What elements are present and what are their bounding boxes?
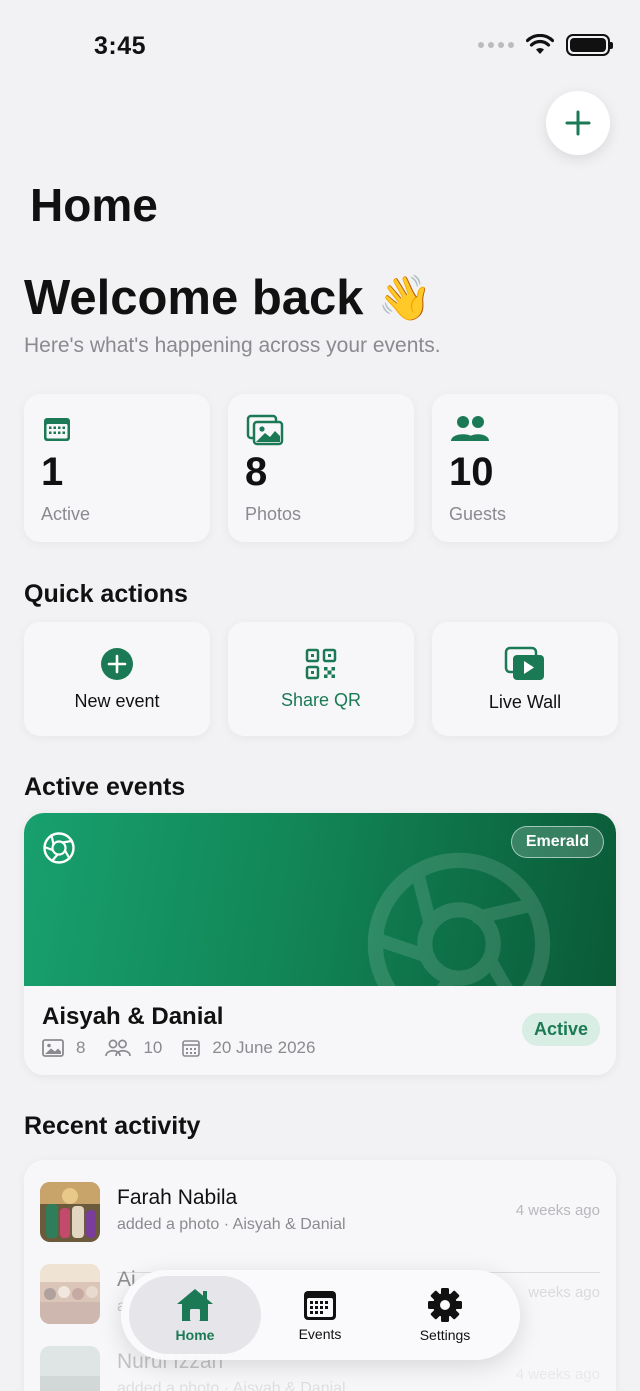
active-events-title: Active events xyxy=(24,773,186,801)
welcome-title: Welcome back xyxy=(24,271,364,325)
aperture-logo-icon xyxy=(43,832,75,864)
tier-badge: Emerald xyxy=(510,826,604,858)
share-qr-button[interactable]: Share QR xyxy=(228,622,414,736)
event-date: 20 June 2026 xyxy=(182,1038,315,1058)
photos-icon xyxy=(246,414,284,446)
tab-bar: Home Events Settings xyxy=(121,1270,520,1360)
activity-time: 4 weeks ago xyxy=(515,1366,600,1383)
guests-count: 10 xyxy=(143,1038,163,1057)
activity-time: 4 weeks ago xyxy=(515,1202,600,1219)
activity-item[interactable]: Farah Nabila added a photo · Aisyah & Da… xyxy=(40,1182,600,1273)
stat-value: 10 xyxy=(449,450,494,494)
cellular-signal-icon xyxy=(478,42,514,48)
wifi-icon xyxy=(526,34,554,54)
welcome-subtitle: Here's what's happening across your even… xyxy=(24,334,441,357)
event-card[interactable]: Emerald Aisyah & Danial 8 10 20 June 202… xyxy=(24,813,616,1075)
plus-circle-icon xyxy=(101,647,133,680)
guests-icon xyxy=(451,416,489,441)
tab-label: Home xyxy=(175,1327,215,1343)
activity-time: weeks ago xyxy=(528,1284,600,1301)
tab-label: Events xyxy=(298,1326,342,1342)
events-calendar-icon xyxy=(304,1291,336,1320)
stat-label: Active xyxy=(41,504,91,524)
stat-value: 8 xyxy=(245,450,268,494)
status-bar: 3:45 xyxy=(0,0,640,95)
activity-description: added a photo · Aisyah & Danial xyxy=(117,1380,346,1391)
action-label: Live Wall xyxy=(488,691,562,712)
status-icons xyxy=(478,34,613,56)
photo-icon xyxy=(42,1039,64,1057)
event-meta: 8 10 20 June 2026 xyxy=(42,1038,335,1058)
calendar-icon xyxy=(44,418,70,441)
gear-icon xyxy=(428,1288,462,1322)
stat-label: Guests xyxy=(449,504,507,524)
activity-user-name: Farah Nabila xyxy=(117,1186,238,1209)
page-title: Home xyxy=(30,179,158,231)
stat-label: Photos xyxy=(245,504,302,524)
live-wall-button[interactable]: Live Wall xyxy=(432,622,618,736)
live-wall-icon xyxy=(504,646,544,680)
welcome-heading: Welcome back 👋 xyxy=(24,270,432,326)
status-time: 3:45 xyxy=(94,32,147,60)
add-event-button[interactable] xyxy=(546,91,610,155)
tab-label: Settings xyxy=(419,1327,471,1343)
event-banner: Emerald xyxy=(24,813,616,986)
photos-count: 8 xyxy=(76,1038,86,1057)
plus-icon xyxy=(565,110,591,136)
activity-photo-thumbnail xyxy=(40,1182,100,1242)
event-status-badge: Active xyxy=(521,1013,600,1046)
stats-row: 1 Active 8 Photos 10 Guests xyxy=(24,394,618,542)
event-guests-count: 10 xyxy=(105,1038,162,1058)
battery-icon xyxy=(566,34,613,56)
event-name: Aisyah & Danial xyxy=(42,1003,224,1030)
aperture-watermark-icon xyxy=(367,852,551,986)
new-event-button[interactable]: New event xyxy=(24,622,210,736)
qr-code-icon xyxy=(305,648,337,679)
activity-photo-thumbnail xyxy=(40,1264,100,1324)
action-label: New event xyxy=(74,690,160,711)
action-label: Share QR xyxy=(280,689,362,710)
quick-actions-title: Quick actions xyxy=(24,580,188,608)
waving-hand-emoji: 👋 xyxy=(377,274,433,323)
stat-card-photos[interactable]: 8 Photos xyxy=(228,394,414,542)
tab-events[interactable]: Events xyxy=(254,1276,386,1354)
event-photos-count: 8 xyxy=(42,1038,85,1058)
stat-card-guests[interactable]: 10 Guests xyxy=(432,394,618,542)
date-text: 20 June 2026 xyxy=(212,1038,316,1057)
people-icon xyxy=(105,1039,132,1057)
activity-photo-thumbnail xyxy=(40,1346,100,1391)
stat-card-active[interactable]: 1 Active xyxy=(24,394,210,542)
home-icon xyxy=(177,1289,213,1321)
tab-home[interactable]: Home xyxy=(129,1276,261,1354)
calendar-small-icon xyxy=(182,1040,201,1057)
quick-actions-row: New event Share QR Live Wall xyxy=(24,622,618,736)
activity-description: added a photo · Aisyah & Danial xyxy=(117,1216,346,1233)
recent-activity-title: Recent activity xyxy=(24,1112,201,1140)
tab-settings[interactable]: Settings xyxy=(379,1276,511,1354)
stat-value: 1 xyxy=(41,450,64,494)
